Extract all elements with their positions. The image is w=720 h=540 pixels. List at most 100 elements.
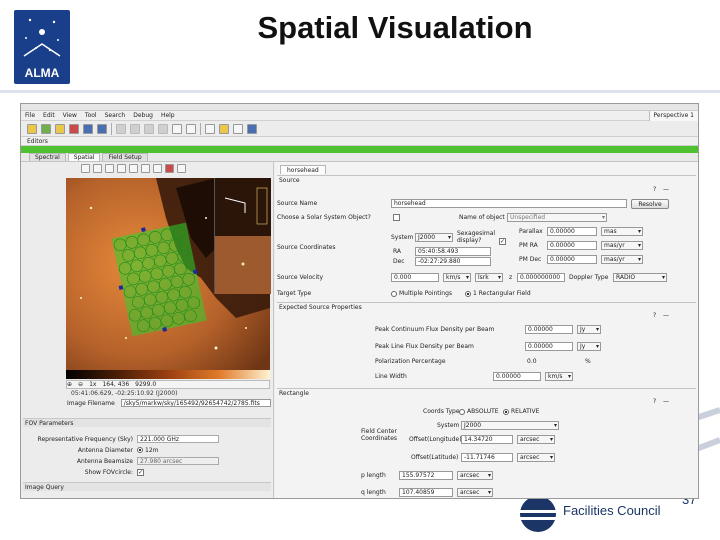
parallax-field[interactable]: 0.00000 [547,227,597,236]
checklist-icon[interactable] [205,123,215,134]
collapse-icon-2[interactable]: — [663,312,669,319]
polarization-value[interactable]: 0.0 [527,358,537,365]
name-of-object-dropdown[interactable]: Unspecified [507,213,607,222]
rect-tool-icon[interactable] [105,164,114,173]
parallax-unit-dropdown[interactable]: mas [601,227,643,236]
image-filename-field[interactable]: /sky5/markw/sky/165492/92654742/2785.fit… [120,399,271,407]
polygon-tool-icon[interactable] [141,164,150,173]
menu-tool[interactable]: Tool [85,112,97,119]
velocity-field[interactable]: 0.000 [391,273,439,282]
p-length-unit[interactable]: arcsec [457,471,493,480]
rectangle-section-header[interactable]: Rectangle [277,388,696,397]
target-opt-multiple[interactable]: Multiple Pointings [391,290,452,297]
rep-freq-field[interactable]: 221.000 GHz [137,435,219,443]
rect-system-dropdown[interactable]: J2000 [461,421,559,430]
resolve-button[interactable]: Resolve [631,199,669,209]
tab-spectral[interactable]: Spectral [29,153,66,161]
offset-lat-unit[interactable]: arcsec [517,453,555,462]
menu-search[interactable]: Search [105,112,126,119]
colorbar[interactable] [66,370,270,379]
fov-section-header[interactable]: FOV Parameters [23,418,271,427]
peak-continuum-field[interactable]: 0.00000 [525,325,573,334]
help-icon-3[interactable]: ? [653,398,656,405]
edit-icon[interactable] [233,123,243,134]
delete-icon[interactable] [153,164,162,173]
help-icon[interactable]: ? [653,186,656,193]
image-query-header[interactable]: Image Query [23,482,271,491]
close-icon[interactable] [69,123,79,134]
frame-dropdown[interactable]: lsrk [475,273,503,282]
menu-debug[interactable]: Debug [133,112,153,119]
collapse-icon[interactable]: — [663,186,669,193]
binoculars-icon[interactable] [247,123,257,134]
pmra-unit-dropdown[interactable]: mas/yr [601,241,643,250]
ra-field[interactable]: 05:40:58.493 [415,247,491,256]
menu-help[interactable]: Help [161,112,175,119]
tool-icon-3[interactable] [144,123,154,134]
q-length-field[interactable]: 107.40859 [399,488,453,497]
source-name-field[interactable]: horsehead [391,199,627,208]
select-icon[interactable] [93,164,102,173]
zoom-in-icon[interactable]: ⊕ [67,381,72,388]
radio-multiple[interactable] [391,290,397,297]
z-field[interactable]: 0.000000000 [517,273,565,282]
sexagesimal-checkbox[interactable]: ✓ [499,238,506,245]
tool-icon-5[interactable] [172,123,182,134]
validate-icon[interactable] [219,123,229,134]
menu-file[interactable]: File [25,112,35,119]
p-length-field[interactable]: 155.97572 [399,471,453,480]
q-length-unit[interactable]: arcsec [457,488,493,497]
help-icon-2[interactable]: ? [653,312,656,319]
thumbnail-views[interactable] [214,178,271,294]
expected-props-header[interactable]: Expected Source Properties [277,302,696,311]
line-width-unit[interactable]: km/s [545,372,573,381]
doppler-dropdown[interactable]: RADIO [613,273,667,282]
open-file-icon[interactable] [41,123,51,134]
perspective-selector[interactable]: Perspective 1 [648,110,698,121]
move-icon[interactable] [117,164,126,173]
pmdec-field[interactable]: 0.00000 [547,255,597,264]
dec-field[interactable]: -02:27:29.880 [415,257,491,266]
offset-long-field[interactable]: 14.34720 [461,435,513,444]
offset-long-unit[interactable]: arcsec [517,435,555,444]
save-icon[interactable] [83,123,93,134]
source-section-header[interactable]: Source [277,175,696,184]
coords-type-relative[interactable]: RELATIVE [503,408,539,415]
radio-rectangular[interactable] [465,290,471,297]
circle-tool-icon[interactable] [129,164,138,173]
antenna-radio[interactable] [137,447,143,453]
show-fov-checkbox[interactable]: ✓ [137,468,144,476]
peak-line-field[interactable]: 0.00000 [525,342,573,351]
radio-relative[interactable] [503,408,509,415]
collapse-icon-3[interactable]: — [663,398,669,405]
tool-icon-4[interactable] [158,123,168,134]
zoom-out-icon[interactable]: ⊖ [78,381,83,388]
grid-icon[interactable] [177,164,186,173]
pmra-field[interactable]: 0.00000 [547,241,597,250]
radio-absolute[interactable] [459,408,465,415]
system-dropdown[interactable]: J2000 [415,233,453,242]
tool-icon-2[interactable] [130,123,140,134]
target-opt-rectangular[interactable]: 1 Rectangular Field [465,290,531,297]
line-width-field[interactable]: 0.00000 [493,372,541,381]
offset-lat-field[interactable]: -11.71746 [461,453,513,462]
solar-system-checkbox[interactable] [393,214,400,221]
tab-field-setup[interactable]: Field Setup [102,153,148,161]
tool-icon-1[interactable] [116,123,126,134]
pmdec-unit-dropdown[interactable]: mas/yr [601,255,643,264]
coords-type-absolute[interactable]: ABSOLUTE [459,408,499,415]
tab-horsehead[interactable]: horsehead [280,165,326,174]
new-file-icon[interactable] [27,123,37,134]
pointer-icon[interactable] [81,164,90,173]
peak-line-unit[interactable]: Jy [577,342,601,351]
tab-spatial[interactable]: Spatial [67,153,101,161]
colormap-icon[interactable] [165,164,174,173]
open-folder-icon[interactable] [55,123,65,134]
peak-continuum-unit[interactable]: Jy [577,325,601,334]
velocity-unit-dropdown[interactable]: km/s [443,273,471,282]
title-divider [0,90,720,93]
menu-view[interactable]: View [63,112,77,119]
menu-edit[interactable]: Edit [43,112,55,119]
save-all-icon[interactable] [97,123,107,134]
tool-icon-6[interactable] [186,123,196,134]
